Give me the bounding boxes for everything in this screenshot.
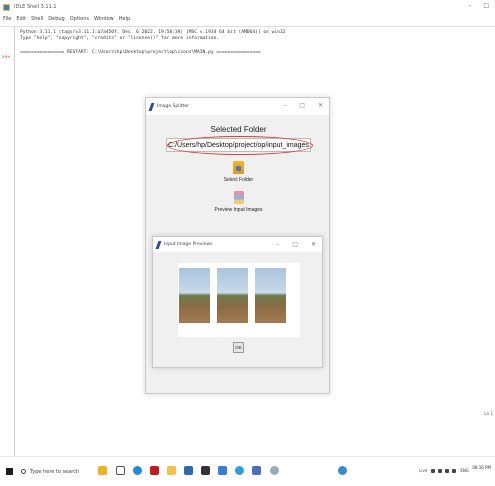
preview-title: Input Image Previews (164, 242, 213, 247)
tray-icons[interactable] (431, 468, 457, 473)
edge-icon[interactable] (133, 466, 142, 475)
windows-start-icon[interactable] (6, 468, 13, 475)
preview-images-button[interactable]: Preview Input Images (146, 191, 331, 213)
app-icon[interactable] (270, 466, 279, 475)
shell-output: Python 3.11.1 (tags/v3.11.1:a7a450f, Dec… (20, 30, 286, 56)
tk-feather-icon (155, 240, 162, 249)
network-icon[interactable] (438, 468, 443, 473)
menu-window[interactable]: Window (94, 16, 114, 22)
app-icon[interactable] (218, 466, 227, 475)
menu-edit[interactable]: Edit (16, 16, 26, 22)
images-icon (233, 191, 244, 204)
shell-prompt: >>> (2, 55, 11, 60)
shell-window-controls: – □ (468, 2, 489, 9)
store-icon[interactable] (184, 466, 193, 475)
menu-debug[interactable]: Debug (48, 16, 64, 22)
taskbar-clock[interactable]: 08:16 PM (472, 465, 491, 471)
maximize-icon[interactable]: □ (292, 241, 298, 248)
shell-menubar: File Edit Shell Debug Options Window Hel… (0, 14, 495, 24)
splitter-titlebar[interactable]: Image Splitter – □ ✕ (146, 98, 329, 115)
minimize-icon[interactable]: – (283, 102, 286, 109)
preview-images-label: Preview Input Images (214, 207, 263, 213)
battery-icon[interactable] (452, 468, 457, 473)
preview-titlebar[interactable]: Input Image Previews – □ ✕ (153, 237, 322, 252)
preview-thumbnail (255, 268, 286, 323)
chevron-up-icon[interactable] (431, 468, 436, 473)
clock-time: 08:16 PM (472, 465, 491, 470)
idle-app-icon (3, 3, 10, 11)
minimize-icon[interactable]: – (276, 241, 279, 248)
app-icon[interactable] (338, 466, 347, 475)
shell-version-line: Python 3.11.1 (tags/v3.11.1:a7a450f, Dec… (20, 30, 286, 35)
menu-shell[interactable]: Shell (31, 16, 43, 22)
weather-status[interactable]: Live (419, 468, 427, 473)
shell-info-line: Type "help", "copyright", "credits" or "… (20, 36, 220, 41)
selected-folder-label: Selected Folder (210, 125, 267, 134)
preview-thumbnail (179, 268, 210, 323)
app-icon[interactable] (150, 466, 159, 475)
taskbar: Type here to search Live ENG 08:16 PM (0, 456, 495, 486)
shell-status-line: Ln 1 (484, 411, 493, 416)
splitter-window-controls: – □ ✕ (283, 102, 323, 109)
shell-restart-line: ================ RESTART: C:\Users\hp\De… (20, 50, 261, 55)
shell-gutter: >>> (0, 27, 15, 457)
folder-path-field: C:/Users/hp/Desktop/project/op/input_ima… (166, 138, 311, 152)
minimize-icon[interactable]: – (468, 2, 471, 9)
taskbar-search-placeholder: Type here to search (30, 468, 80, 475)
language-indicator[interactable]: ENG (460, 468, 469, 473)
preview-thumbnail (217, 268, 248, 323)
menu-options[interactable]: Options (70, 16, 89, 22)
folder-icon (233, 161, 244, 174)
close-icon[interactable]: ✕ (311, 241, 316, 248)
task-view-icon[interactable] (116, 466, 125, 475)
menu-help[interactable]: Help (119, 16, 130, 22)
image-preview-window: Input Image Previews – □ ✕ OK (152, 236, 323, 368)
app-icon[interactable] (201, 466, 210, 475)
file-explorer-icon[interactable] (167, 466, 176, 475)
ok-button[interactable]: OK (233, 342, 244, 353)
app-icon[interactable] (235, 466, 244, 475)
weather-widget-icon[interactable] (98, 466, 107, 475)
shell-titlebar: IDLE Shell 3.11.1 – □ (0, 0, 495, 14)
select-folder-button[interactable]: Select Folder (146, 161, 331, 183)
system-tray: Live ENG (419, 468, 469, 473)
taskbar-search[interactable]: Type here to search (21, 464, 93, 479)
maximize-icon[interactable]: □ (299, 102, 305, 109)
maximize-icon[interactable]: □ (483, 2, 489, 9)
close-icon[interactable]: ✕ (318, 102, 323, 109)
volume-icon[interactable] (445, 468, 450, 473)
splitter-title: Image Splitter (157, 104, 189, 109)
app-icon[interactable] (252, 466, 261, 475)
preview-window-controls: – □ ✕ (276, 241, 316, 248)
select-folder-label: Select Folder (223, 177, 254, 183)
tk-feather-icon (148, 102, 155, 111)
preview-panel (178, 263, 300, 337)
search-icon (21, 469, 26, 474)
shell-window-title: IDLE Shell 3.11.1 (14, 4, 57, 10)
menu-file[interactable]: File (3, 16, 11, 22)
